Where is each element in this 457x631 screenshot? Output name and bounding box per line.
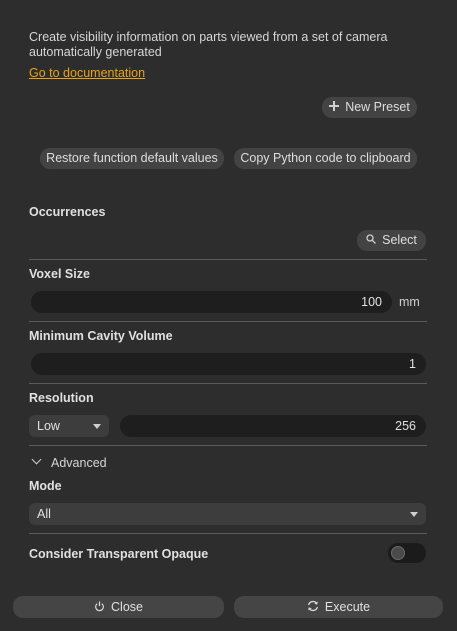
voxel-size-unit: mm: [399, 295, 420, 309]
occurrences-label: Occurrences: [29, 205, 106, 219]
min-cavity-input[interactable]: 1: [31, 353, 426, 375]
advanced-toggle[interactable]: Advanced: [51, 456, 107, 470]
divider: [29, 533, 427, 534]
execute-button[interactable]: Execute: [234, 596, 443, 618]
execute-label: Execute: [324, 600, 371, 614]
resolution-preset-dropdown[interactable]: Low: [29, 415, 109, 437]
power-icon: [94, 597, 105, 619]
new-preset-button[interactable]: New Preset: [322, 97, 417, 118]
mode-dropdown[interactable]: All: [29, 503, 426, 525]
resolution-label: Resolution: [29, 391, 94, 405]
mode-label: Mode: [29, 479, 62, 493]
new-preset-label: New Preset: [345, 100, 410, 114]
resolution-input[interactable]: 256: [120, 415, 426, 437]
chevron-down-icon: [93, 424, 101, 429]
select-label: Select: [382, 233, 417, 247]
divider: [29, 321, 427, 322]
voxel-size-label: Voxel Size: [29, 267, 90, 281]
divider: [29, 445, 427, 446]
mode-value: All: [37, 507, 51, 521]
divider: [29, 383, 427, 384]
resolution-preset-value: Low: [37, 419, 60, 433]
transparent-opaque-label: Consider Transparent Opaque: [29, 547, 209, 561]
chevron-down-icon[interactable]: [31, 454, 42, 465]
min-cavity-label: Minimum Cavity Volume: [29, 329, 173, 343]
copy-python-button[interactable]: Copy Python code to clipboard: [234, 148, 417, 169]
search-icon: [366, 230, 377, 251]
toggle-knob: [391, 546, 405, 560]
refresh-icon: [307, 597, 319, 619]
chevron-down-icon: [410, 512, 418, 517]
transparent-opaque-toggle[interactable]: [388, 543, 426, 563]
voxel-size-input[interactable]: 100: [31, 291, 392, 313]
close-label: Close: [111, 600, 143, 614]
function-description: Create visibility information on parts v…: [29, 30, 388, 59]
restore-defaults-button[interactable]: Restore function default values: [40, 148, 224, 169]
close-button[interactable]: Close: [13, 596, 224, 618]
documentation-link[interactable]: Go to documentation: [29, 66, 145, 80]
divider: [29, 259, 427, 260]
select-button[interactable]: Select: [357, 230, 426, 251]
plus-icon: [329, 97, 340, 118]
